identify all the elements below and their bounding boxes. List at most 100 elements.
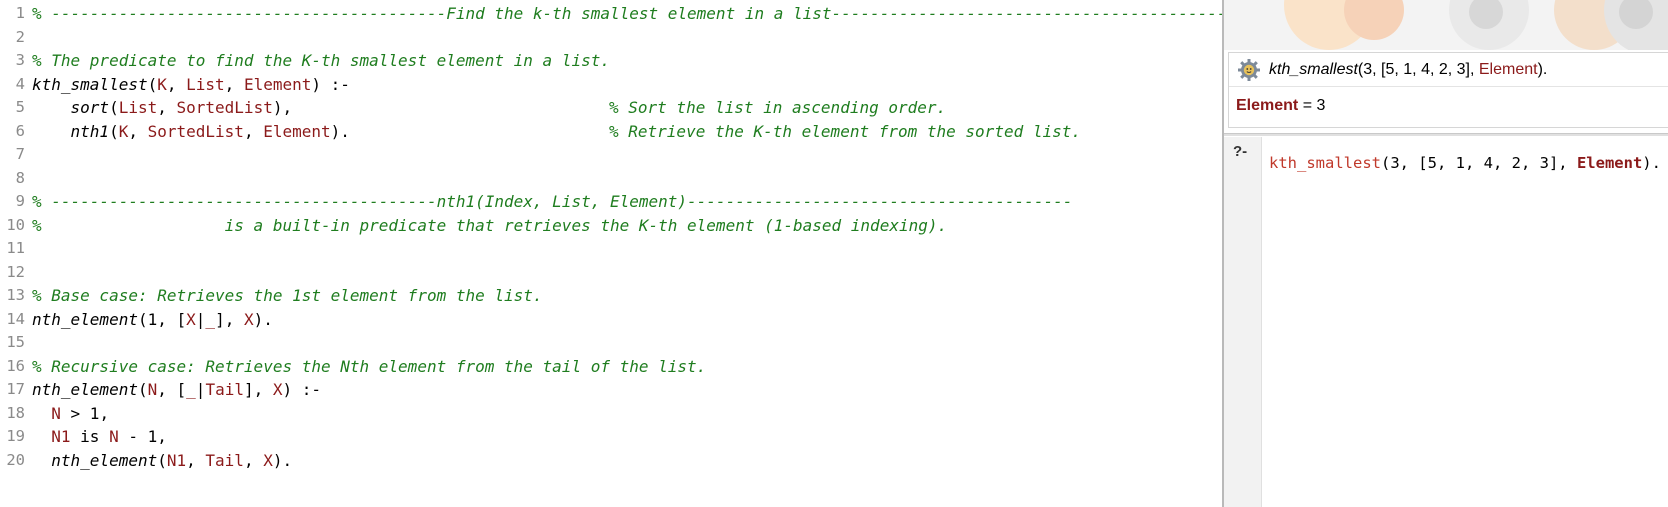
code-line[interactable]: 17 nth_element(N, [_|Tail], X) :- [0, 377, 1222, 402]
code-text: % Recursive case: Retrieves the Nth elem… [32, 354, 706, 379]
predicate-name: nth_element [32, 380, 138, 399]
gear-icon[interactable] [1237, 58, 1261, 82]
code-text: % --------------------------------------… [32, 1, 1222, 26]
code-line[interactable]: 2 [0, 25, 1222, 50]
punctuation: (1, [ [137, 309, 187, 329]
code-line[interactable]: 13 % Base case: Retrieves the 1st element… [0, 283, 1222, 308]
predicate-name: nth_element [32, 309, 138, 329]
code-line[interactable]: 11 [0, 236, 1222, 261]
variable: X [186, 309, 196, 329]
punctuation: , [166, 74, 187, 94]
code-line[interactable]: 12 [0, 260, 1222, 285]
punctuation: ( [109, 98, 119, 117]
punctuation: ). [272, 450, 293, 470]
code-line[interactable]: 19 N1 is N - 1, [0, 424, 1222, 449]
code-line[interactable]: 3 % The predicate to find the K-th smalle… [0, 48, 1222, 73]
inline-comment: % Sort the list in ascending order. [609, 98, 947, 117]
code-text: nth1(K, SortedList, Element). [32, 119, 350, 144]
punctuation: - 1, [118, 427, 167, 446]
code-line[interactable]: 1 % -------------------------------------… [0, 1, 1222, 26]
line-number: 7 [15, 145, 25, 163]
variable: SortedList [176, 98, 273, 117]
prompt-gutter: ?- [1224, 137, 1262, 507]
punctuation: ) :- [282, 380, 322, 399]
code-line[interactable]: 9 % -------------------------------------… [0, 189, 1222, 214]
punctuation: ], [215, 309, 244, 329]
punctuation: ). [253, 309, 273, 329]
line-number: 15 [6, 333, 25, 351]
code-line[interactable]: 20 nth_element(N1, Tail, X). [0, 448, 1222, 473]
variable: List [186, 74, 225, 94]
line-number: 18 [6, 403, 25, 422]
punctuation: ) :- [311, 74, 350, 94]
variable: K [157, 74, 167, 94]
line-number: 11 [6, 239, 25, 257]
variable-binding: Element = 3 [1236, 97, 1326, 114]
line-number: 3 [15, 51, 25, 69]
code-text: sort(List, SortedList), [32, 95, 293, 120]
code-text: nth_element(1, [X|_], X). [32, 307, 273, 332]
line-number: 9 [15, 192, 25, 210]
line-number: 16 [6, 356, 25, 375]
variable: List [118, 98, 158, 117]
punctuation: , [186, 450, 206, 470]
punctuation: , [157, 98, 177, 117]
code-line[interactable]: 15 [0, 330, 1222, 355]
code-line[interactable]: 10 % is a built-in predicate that retriev… [0, 213, 1222, 238]
line-number: 17 [6, 380, 25, 398]
line-number: 4 [15, 74, 25, 93]
comment-text: % --------------------------------------… [32, 4, 1222, 23]
query-editor[interactable]: ?- kth_smallest(3, [5, 1, 4, 2, 3], Elem… [1224, 137, 1668, 507]
comment-text: % Base case: Retrieves the 1st element f… [32, 286, 543, 305]
punctuation: > 1, [60, 403, 110, 423]
code-line[interactable]: 7 [0, 142, 1222, 167]
comment-text: % is a built-in predicate that retrieves… [32, 215, 948, 235]
punctuation: ], [243, 380, 273, 399]
code-editor[interactable]: 1 % -------------------------------------… [0, 0, 1222, 507]
code-text: nth_element(N, [_|Tail], X) :- [32, 377, 321, 402]
variable: X [272, 380, 283, 399]
variable: N [109, 427, 119, 446]
code-line[interactable]: 8 [0, 166, 1222, 191]
variable: N [51, 403, 61, 423]
predicate-name: nth_element [51, 450, 158, 470]
comment-text: % The predicate to find the K-th smalles… [32, 51, 610, 70]
variable: Tail [205, 380, 244, 399]
variable: Element [243, 74, 312, 94]
code-line[interactable]: 4 kth_smallest(K, List, Element) :- [0, 72, 1222, 97]
code-line[interactable]: 16 % Recursive case: Retrieves the Nth el… [0, 354, 1222, 379]
line-number: 5 [15, 98, 25, 116]
variable: N [147, 380, 158, 399]
code-line[interactable]: 14 nth_element(1, [X|_], X). [0, 307, 1222, 332]
line-number: 1 [15, 4, 25, 22]
punctuation: | [195, 309, 206, 329]
query-pane: kth_smallest(3, [5, 1, 4, 2, 3], Element… [1224, 0, 1668, 507]
code-line[interactable]: 5 sort(List, SortedList), % Sort the list… [0, 95, 1222, 120]
variable: N1 [166, 450, 187, 470]
punctuation: ). [330, 121, 350, 141]
pane-separator [1224, 133, 1668, 136]
punctuation: , [243, 121, 264, 141]
predicate-name: sort [70, 98, 110, 117]
line-number: 13 [6, 286, 25, 304]
variable: _ [186, 380, 196, 399]
line-number: 12 [6, 262, 25, 281]
variable: K [118, 121, 129, 141]
query-input[interactable]: kth_smallest(3, [5, 1, 4, 2, 3], Element… [1269, 152, 1661, 174]
variable: N1 [51, 427, 71, 446]
variable: Element [263, 121, 331, 141]
code-line[interactable]: 6 nth1(K, SortedList, Element). % Retriev… [0, 119, 1222, 144]
answer-panel: kth_smallest(3, [5, 1, 4, 2, 3], Element… [1228, 52, 1668, 128]
line-number: 6 [15, 121, 25, 140]
answer-query-text: kth_smallest(3, [5, 1, 4, 2, 3], Element… [1269, 61, 1548, 78]
punctuation: ( [147, 74, 158, 94]
punctuation: , [128, 121, 148, 141]
punctuation: ), [272, 98, 293, 117]
variable: _ [205, 309, 216, 329]
code-line[interactable]: 18 N > 1, [0, 401, 1222, 426]
decorative-banner [1224, 0, 1668, 50]
punctuation: , [ [157, 380, 187, 399]
